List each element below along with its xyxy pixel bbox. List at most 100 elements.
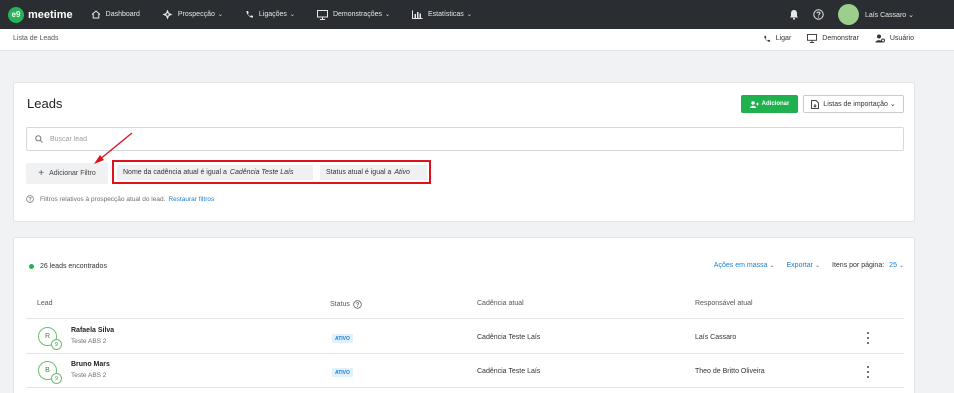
nav-estatisticas[interactable]: Estatísticas ⌄ xyxy=(412,10,472,19)
lead-initial: B xyxy=(45,367,50,374)
lead-owner: Laís Cassaro xyxy=(695,334,737,341)
import-lists-button[interactable]: Listas de importação ⌄ xyxy=(803,95,904,113)
import-lists-label: Listas de importação ⌄ xyxy=(823,101,896,108)
nav-dashboard-label: Dashboard xyxy=(105,11,140,18)
filters-hint: Filtros relativos à prospecção atual do … xyxy=(26,195,214,203)
lead-avatar: R 9 xyxy=(38,327,62,350)
phone-icon xyxy=(764,35,770,42)
restore-filters-link[interactable]: Restaurar filtros xyxy=(168,196,214,203)
lead-owner: Theo de Britto Oliveira xyxy=(695,368,765,375)
help-icon[interactable] xyxy=(813,9,824,20)
monitor-icon xyxy=(316,9,328,20)
status-badge: ATIVO xyxy=(332,334,353,343)
demo-action-label: Demonstrar xyxy=(822,35,859,42)
sub-header: Lista de Leads Ligar Demonstrar Usuário xyxy=(0,29,954,51)
logo-badge: e9 xyxy=(8,6,24,23)
monitor-icon xyxy=(807,34,818,43)
lead-name[interactable]: Bruno Mars xyxy=(71,361,110,368)
lead-company: Teste ABS 2 xyxy=(71,338,107,345)
filters-hint-text: Filtros relativos à prospecção atual do … xyxy=(40,195,166,203)
lead-search-box[interactable] xyxy=(26,127,904,151)
logo-text: meetime xyxy=(28,8,73,21)
filter-chip-cadence-prefix: Nome da cadência atual é igual a xyxy=(123,169,227,176)
leads-count: 26 leads encontrados xyxy=(29,263,107,270)
top-navigation-bar: e9 meetime Dashboard Prospecção ⌄ Ligaçõ… xyxy=(0,0,954,29)
chevron-down-icon: ⌄ xyxy=(814,263,821,269)
filter-chip-cadence-value: Cadência Teste Laís xyxy=(229,169,294,176)
filter-chip-status-prefix: Status atual é igual a xyxy=(326,169,392,176)
row-menu-icon[interactable] xyxy=(866,366,870,378)
compass-icon xyxy=(162,9,173,20)
nav-demonstracoes[interactable]: Demonstrações ⌄ xyxy=(316,9,391,20)
leads-filter-card: Leads Adicionar Listas de importação ⌄ +… xyxy=(13,82,915,222)
header-divider xyxy=(26,318,904,319)
breadcrumb: Lista de Leads xyxy=(13,35,59,42)
lead-initial: R xyxy=(44,333,51,340)
topbar-right-group: Laís Cassaro ⌄ xyxy=(789,0,914,29)
nav-ligacoes[interactable]: Ligações ⌄ xyxy=(245,10,295,19)
nav-ligacoes-label: Ligações xyxy=(258,11,287,18)
chart-icon xyxy=(412,10,423,19)
page-title: Leads xyxy=(27,96,63,111)
chevron-down-icon: ⌄ xyxy=(217,12,223,18)
user-menu[interactable]: Laís Cassaro ⌄ xyxy=(865,11,914,19)
plus-icon: + xyxy=(38,168,45,179)
cadence-step-badge: 9 xyxy=(51,373,62,384)
filter-chip-status[interactable]: Status atual é igual a Ativo xyxy=(320,165,427,180)
search-input[interactable] xyxy=(50,135,350,143)
user-action[interactable]: Usuário xyxy=(875,34,914,43)
table-row[interactable]: R 9 Rafaela Silva Teste ABS 2 ATIVO Cadê… xyxy=(26,322,904,354)
help-icon[interactable] xyxy=(353,300,362,309)
chevron-down-icon: ⌄ xyxy=(769,263,775,269)
column-header-lead[interactable]: Lead xyxy=(37,300,53,307)
lead-cadence: Cadência Teste Laís xyxy=(477,368,541,375)
meetime-logo[interactable]: e9 meetime xyxy=(8,6,73,23)
lead-company: Teste ABS 2 xyxy=(71,372,107,379)
lead-name[interactable]: Rafaela Silva xyxy=(71,327,114,334)
column-header-status[interactable]: Status xyxy=(330,300,362,309)
call-action-label: Ligar xyxy=(775,35,792,42)
bell-icon[interactable] xyxy=(789,9,799,20)
filter-chip-cadence[interactable]: Nome da cadência atual é igual a Cadênci… xyxy=(117,165,313,180)
column-header-cadence[interactable]: Cadência atual xyxy=(477,300,524,307)
search-icon xyxy=(35,135,43,143)
row-menu-icon[interactable] xyxy=(866,332,870,344)
per-page-select[interactable]: 25 ⌄ xyxy=(889,262,904,269)
help-icon xyxy=(26,195,34,203)
call-action[interactable]: Ligar xyxy=(763,35,792,43)
column-header-owner[interactable]: Responsável atual xyxy=(695,300,753,307)
column-header-status-label: Status xyxy=(330,301,350,308)
user-avatar[interactable] xyxy=(837,4,859,25)
add-filter-label: Adicionar Filtro xyxy=(49,170,96,177)
quick-actions: Ligar Demonstrar Usuário xyxy=(747,34,914,43)
add-user-icon xyxy=(749,100,759,108)
nav-prospeccao[interactable]: Prospecção ⌄ xyxy=(162,9,223,20)
cadence-step-badge: 9 xyxy=(51,339,62,350)
active-filters-highlight: Nome da cadência atual é igual a Cadênci… xyxy=(112,160,431,184)
nav-dashboard[interactable]: Dashboard xyxy=(91,10,140,19)
chevron-down-icon: ⌄ xyxy=(289,12,295,18)
demo-action[interactable]: Demonstrar xyxy=(807,34,859,43)
chevron-down-icon: ⌄ xyxy=(466,12,472,18)
table-row[interactable]: B 9 Bruno Mars Teste ABS 2 ATIVO Cadênci… xyxy=(26,356,904,388)
bulk-actions-label: Ações em massa xyxy=(713,262,768,269)
status-badge: ATIVO xyxy=(332,368,353,377)
bulk-actions-dropdown[interactable]: Ações em massa ⌄ xyxy=(714,262,775,269)
export-label: Exportar xyxy=(786,262,813,269)
filter-chip-status-value: Ativo xyxy=(394,169,410,176)
per-page-value: 25 xyxy=(889,262,897,269)
nav-demonstracoes-label: Demonstrações xyxy=(332,11,382,18)
leads-count-label: 26 leads encontrados xyxy=(40,263,107,270)
add-filter-button[interactable]: + Adicionar Filtro xyxy=(26,163,108,184)
add-lead-button[interactable]: Adicionar xyxy=(741,95,798,113)
user-action-label: Usuário xyxy=(889,35,914,42)
phone-icon xyxy=(246,11,253,18)
count-dot xyxy=(29,264,34,269)
export-dropdown[interactable]: Exportar ⌄ xyxy=(787,262,821,269)
add-lead-label: Adicionar xyxy=(761,101,790,107)
chevron-down-icon: ⌄ xyxy=(384,12,391,18)
nav-prospeccao-label: Prospecção xyxy=(177,11,215,18)
user-settings-icon xyxy=(875,34,885,43)
lead-cadence: Cadência Teste Laís xyxy=(477,334,541,341)
lead-avatar: B 9 xyxy=(38,361,62,384)
